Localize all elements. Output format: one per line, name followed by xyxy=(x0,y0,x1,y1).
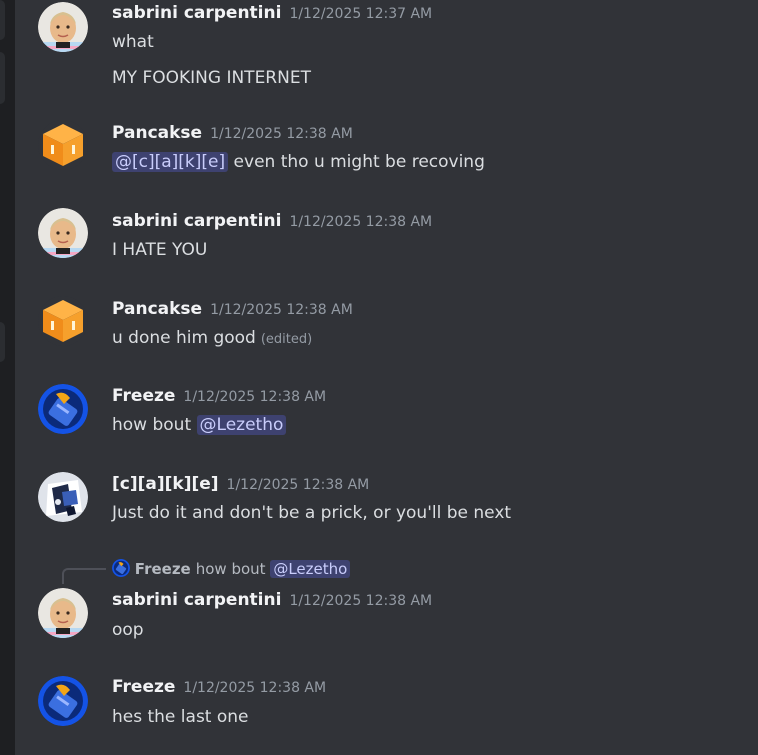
reply-text: how bout xyxy=(195,560,266,578)
freeze-avatar-icon xyxy=(38,384,88,434)
avatar[interactable] xyxy=(38,296,88,346)
server-sidebar-edge xyxy=(0,0,15,755)
sidebar-pill xyxy=(0,322,5,362)
user-mention[interactable]: @Lezetho xyxy=(270,560,351,578)
avatar[interactable] xyxy=(38,2,88,52)
message-text: u done him good xyxy=(112,328,256,348)
timestamp[interactable]: 1/12/2025 12:37 AM xyxy=(289,6,432,22)
timestamp[interactable]: 1/12/2025 12:38 AM xyxy=(289,214,432,230)
message-text: what xyxy=(112,32,154,52)
author-name[interactable]: Freeze xyxy=(112,677,175,697)
avatar[interactable] xyxy=(38,120,88,170)
author-name[interactable]: [c][a][k][e] xyxy=(112,474,219,494)
author-name[interactable]: sabrini carpentini xyxy=(112,590,281,610)
timestamp[interactable]: 1/12/2025 12:38 AM xyxy=(210,302,353,318)
message-text: even tho u might be recoving xyxy=(233,152,485,172)
sabrini-avatar-icon xyxy=(38,2,88,52)
avatar[interactable] xyxy=(38,208,88,258)
reply-connector xyxy=(62,568,106,584)
message-text: hes the last one xyxy=(112,707,249,727)
timestamp[interactable]: 1/12/2025 12:38 AM xyxy=(210,126,353,142)
cake-avatar-icon xyxy=(38,472,88,522)
author-name[interactable]: sabrini carpentini xyxy=(112,211,281,231)
message-text: Just do it and don't be a prick, or you'… xyxy=(112,503,512,523)
sabrini-avatar-icon xyxy=(38,588,88,638)
author-name[interactable]: Pancakse xyxy=(112,123,202,143)
avatar[interactable] xyxy=(38,384,88,434)
message-text: I HATE YOU xyxy=(112,240,208,260)
timestamp[interactable]: 1/12/2025 12:38 AM xyxy=(227,477,370,493)
message-text: MY FOOKING INTERNET xyxy=(112,68,311,88)
freeze-avatar-icon xyxy=(38,676,88,726)
edited-label: (edited) xyxy=(260,332,313,347)
user-mention[interactable]: @[c][a][k][e] xyxy=(112,152,229,172)
avatar[interactable] xyxy=(38,676,88,726)
timestamp[interactable]: 1/12/2025 12:38 AM xyxy=(183,680,326,696)
reply-preview[interactable]: Freeze how bout @Lezetho xyxy=(112,559,351,578)
author-name[interactable]: Pancakse xyxy=(112,299,202,319)
user-mention[interactable]: @Lezetho xyxy=(196,415,287,435)
message-text: how bout xyxy=(112,415,192,435)
timestamp[interactable]: 1/12/2025 12:38 AM xyxy=(183,389,326,405)
orange-cube-avatar-icon xyxy=(38,120,88,170)
message-list: sabrini carpentini 1/12/2025 12:37 AM wha… xyxy=(15,0,758,755)
sidebar-pill xyxy=(0,0,5,40)
sabrini-avatar-icon xyxy=(38,208,88,258)
author-name[interactable]: Freeze xyxy=(112,386,175,406)
orange-cube-avatar-icon xyxy=(38,296,88,346)
message-text: oop xyxy=(112,620,144,640)
reply-author[interactable]: Freeze xyxy=(135,560,191,578)
sidebar-pill xyxy=(0,52,5,104)
author-name[interactable]: sabrini carpentini xyxy=(112,3,281,23)
avatar xyxy=(112,559,130,577)
avatar[interactable] xyxy=(38,472,88,522)
timestamp[interactable]: 1/12/2025 12:38 AM xyxy=(289,593,432,609)
freeze-avatar-icon xyxy=(112,559,130,577)
avatar[interactable] xyxy=(38,588,88,638)
